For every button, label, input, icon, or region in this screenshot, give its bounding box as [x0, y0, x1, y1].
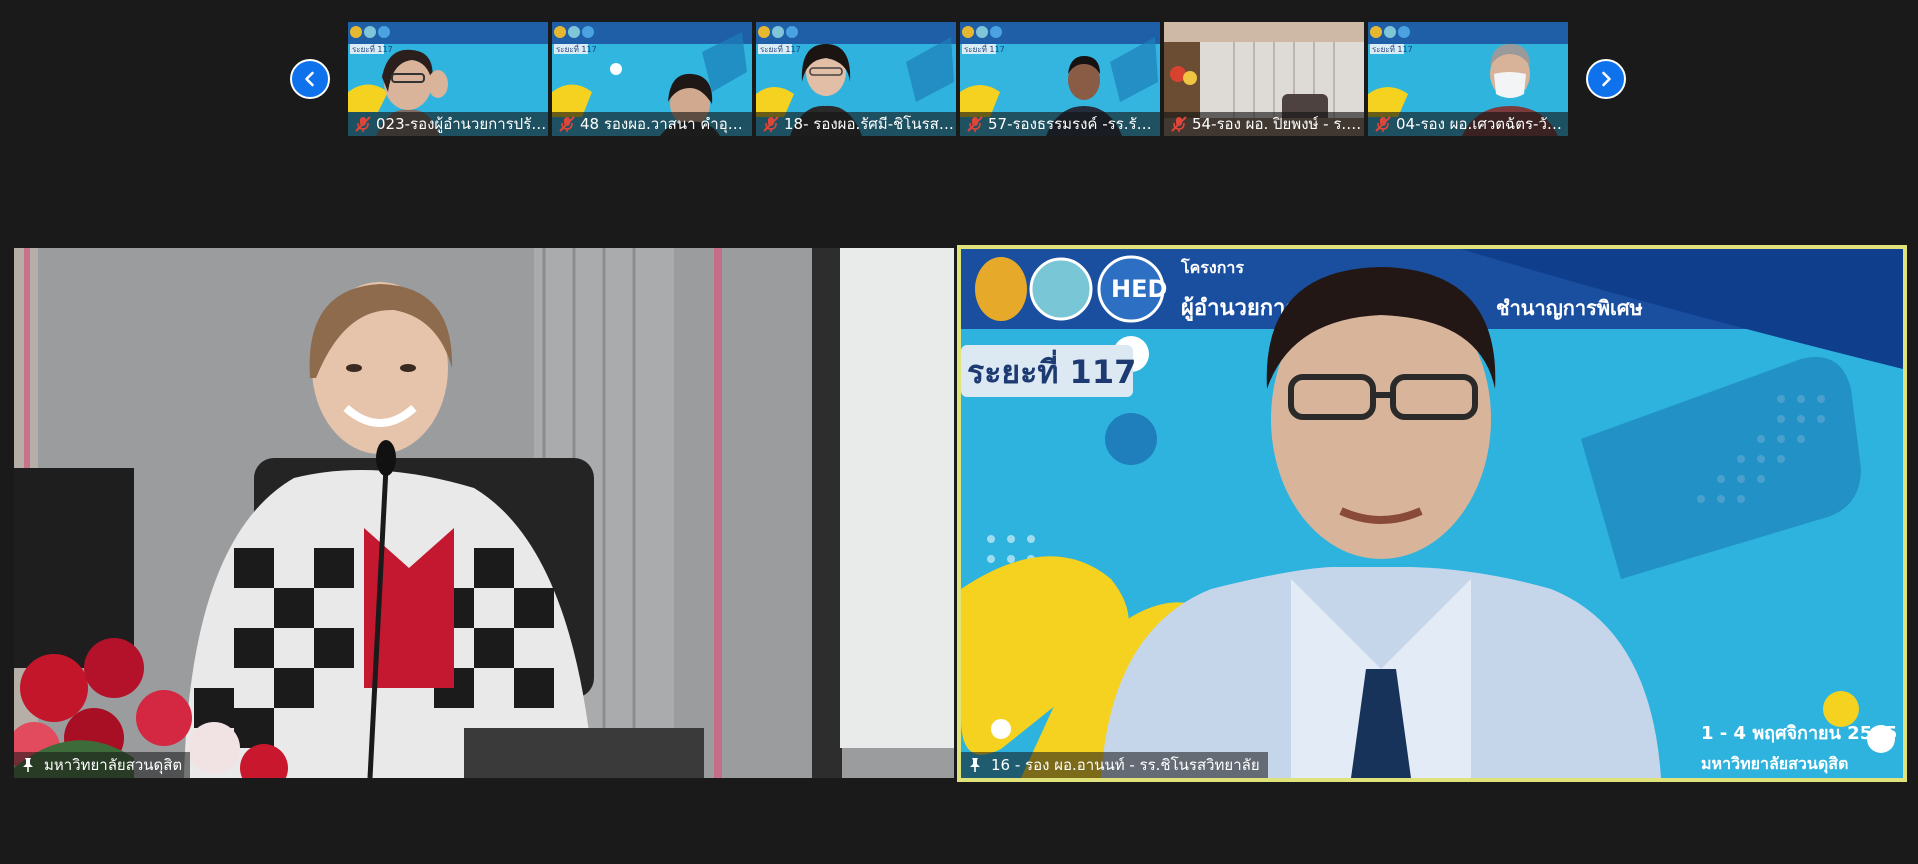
thumbnail-badge: ระยะที่ 117 — [760, 43, 801, 54]
backdrop-org: มหาวิทยาลัยสวนดุสิต — [1701, 754, 1848, 774]
next-page-button[interactable] — [1586, 59, 1626, 99]
backdrop-heading-1: โครงการ — [1180, 257, 1244, 277]
participant-thumbnail[interactable]: ระยะที่ 117 57-รองธรรมรงค์ -รร.รัตนโ... — [960, 22, 1160, 136]
participant-video — [14, 248, 954, 778]
mic-muted-icon — [1375, 116, 1391, 132]
thumbnail-label: 18- รองผอ.รัศมี-ชิโนรสวิ... — [756, 112, 956, 136]
participant-thumbnail[interactable]: ระยะที่ 117 04-รอง ผอ.เศวตฉัตร-วัดน... — [1368, 22, 1568, 136]
participant-name: 54-รอง ผอ. ปิยพงษ์ - ร.ร.... — [1192, 115, 1364, 133]
thumbnail-badge: ระยะที่ 117 — [1372, 43, 1413, 54]
participant-name: 57-รองธรรมรงค์ -รร.รัตนโ... — [988, 115, 1160, 133]
thumbnail-label: 57-รองธรรมรงค์ -รร.รัตนโ... — [960, 112, 1160, 136]
mic-muted-icon — [559, 116, 575, 132]
active-speaker-tile[interactable]: HED โครงการ ผู้อำนวยการ ชำนาญการพิเศษ ระ… — [957, 245, 1907, 782]
participant-thumbnail[interactable]: ระยะที่ 117 023-รองผู้อำนวยการปรัญ... — [348, 22, 548, 136]
mic-muted-icon — [967, 116, 983, 132]
participant-name: 023-รองผู้อำนวยการปรัญ... — [376, 115, 548, 133]
previous-page-button[interactable] — [290, 59, 330, 99]
participant-name: 18- รองผอ.รัศมี-ชิโนรสวิ... — [784, 115, 956, 133]
chevron-right-icon — [1602, 71, 1611, 87]
participant-thumbnail[interactable]: ระยะที่ 117 18- รองผอ.รัศมี-ชิโนรสวิ... — [756, 22, 956, 136]
chevron-left-icon — [305, 71, 314, 87]
participant-thumbnail-strip: ระยะที่ 117 023-รองผู้อำนวยการปรัญ... ระ… — [348, 22, 1568, 136]
thumbnail-label: 04-รอง ผอ.เศวตฉัตร-วัดน... — [1368, 112, 1568, 136]
video-tile-left[interactable]: มหาวิทยาลัยสวนดุสิต — [14, 248, 954, 778]
thumbnail-badge: ระยะที่ 117 — [964, 43, 1005, 54]
backdrop-badge: ระยะที่ 117 — [967, 349, 1136, 391]
mic-muted-icon — [763, 116, 779, 132]
participant-thumbnail[interactable]: ระยะที่ 117 48 รองผอ.วาสนา คำอุดห... — [552, 22, 752, 136]
tile-name-label: มหาวิทยาลัยสวนดุสิต — [14, 752, 191, 778]
participant-name: 16 - รอง ผอ.อานนท์ - รร.ชิโนรสวิทยาลัย — [991, 756, 1260, 774]
participant-thumbnail[interactable]: 54-รอง ผอ. ปิยพงษ์ - ร.ร.... — [1164, 22, 1364, 136]
pin-icon — [970, 758, 980, 772]
tile-name-label: 16 - รอง ผอ.อานนท์ - รร.ชิโนรสวิทยาลัย — [961, 752, 1268, 778]
participant-name: มหาวิทยาลัยสวนดุสิต — [44, 756, 183, 774]
participant-name: 04-รอง ผอ.เศวตฉัตร-วัดน... — [1396, 115, 1568, 133]
backdrop-heading-3: ชำนาญการพิเศษ — [1496, 296, 1643, 320]
thumbnail-label: 023-รองผู้อำนวยการปรัญ... — [348, 112, 548, 136]
backdrop-date: 1 - 4 พฤศจิกายน 2565 — [1701, 723, 1897, 744]
thumbnail-badge: ระยะที่ 117 — [352, 43, 393, 54]
thumbnail-label: 54-รอง ผอ. ปิยพงษ์ - ร.ร.... — [1164, 112, 1364, 136]
pin-icon — [23, 758, 33, 772]
backdrop-logo-text: HED — [1111, 275, 1167, 303]
mic-muted-icon — [355, 116, 371, 132]
thumbnail-badge: ระยะที่ 117 — [556, 43, 597, 54]
participant-video: HED โครงการ ผู้อำนวยการ ชำนาญการพิเศษ ระ… — [961, 249, 1903, 778]
thumbnail-label: 48 รองผอ.วาสนา คำอุดห... — [552, 112, 752, 136]
meeting-window: ระยะที่ 117 023-รองผู้อำนวยการปรัญ... ระ… — [0, 0, 1918, 864]
participant-name: 48 รองผอ.วาสนา คำอุดห... — [580, 115, 752, 133]
mic-muted-icon — [1171, 116, 1187, 132]
